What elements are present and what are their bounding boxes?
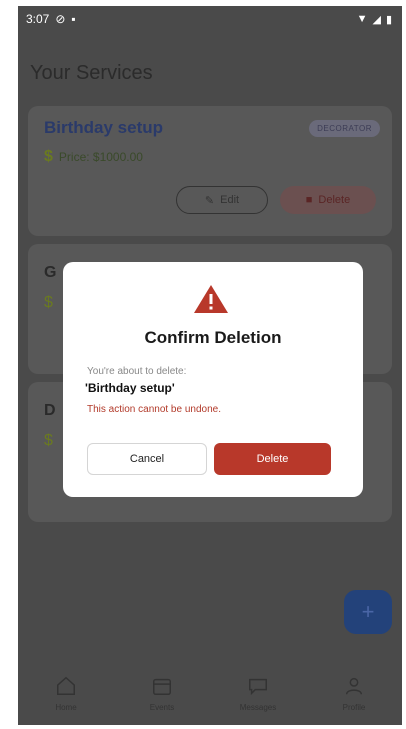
nav-profile[interactable]: Profile <box>314 675 394 712</box>
signal-icon: ◢ <box>372 13 381 26</box>
user-icon <box>345 677 363 694</box>
battery-icon: ▮ <box>385 13 392 26</box>
calendar-icon <box>153 678 171 695</box>
add-service-button[interactable]: + <box>344 590 392 634</box>
nav-label: Events <box>149 702 175 712</box>
service-card[interactable]: Birthday setup DECORATOR $ Price: $1000.… <box>28 106 392 236</box>
nav-events[interactable]: Events <box>122 675 202 712</box>
pencil-icon: ✎ <box>204 194 215 207</box>
sim-icon: ▪ <box>71 12 76 26</box>
service-title: D <box>44 402 56 419</box>
confirm-delete-dialog: Confirm Deletion You're about to delete:… <box>63 262 363 497</box>
nav-label: Home <box>55 702 77 712</box>
nav-label: Messages <box>239 702 277 712</box>
price-text: Price: $1000.00 <box>58 150 143 164</box>
delete-label: Delete <box>318 194 351 206</box>
home-icon <box>57 676 75 695</box>
delete-button[interactable]: ■ Delete <box>280 186 376 214</box>
page-title: Your Services <box>30 62 153 84</box>
edit-button[interactable]: ✎ Edit <box>176 186 268 214</box>
dialog-subtitle: You're about to delete: <box>87 366 187 377</box>
bottom-nav: Home Events Messages Profile <box>18 661 402 725</box>
confirm-delete-button[interactable]: Delete <box>214 443 331 475</box>
service-price: $ Price: $1000.00 <box>44 148 143 166</box>
category-badge: DECORATOR <box>309 120 380 137</box>
service-title: G <box>44 264 57 281</box>
nav-messages[interactable]: Messages <box>218 675 298 712</box>
dialog-warning: This action cannot be undone. <box>87 404 221 415</box>
dialog-title: Confirm Deletion <box>144 328 282 347</box>
wifi-icon: ▼ <box>356 13 368 25</box>
trash-icon: ■ <box>305 194 313 206</box>
dollar-icon: $ <box>44 432 53 449</box>
chat-icon <box>249 678 267 695</box>
edit-label: Edit <box>220 194 240 206</box>
dollar-icon: $ <box>44 294 53 311</box>
dnd-icon: ⊘ <box>55 12 66 26</box>
status-time: 3:07 <box>26 12 50 26</box>
nav-label: Profile <box>342 702 366 712</box>
nav-home[interactable]: Home <box>26 675 106 712</box>
dialog-item-name: 'Birthday setup' <box>85 381 175 395</box>
plus-icon: + <box>361 599 375 624</box>
status-bar: 3:07 ⊘ ▪ ▼ ◢ ▮ <box>18 6 402 32</box>
cancel-button[interactable]: Cancel <box>87 443 207 475</box>
dollar-icon: $ <box>44 148 53 165</box>
service-title: Birthday setup <box>44 118 164 137</box>
warning-icon <box>194 285 228 313</box>
